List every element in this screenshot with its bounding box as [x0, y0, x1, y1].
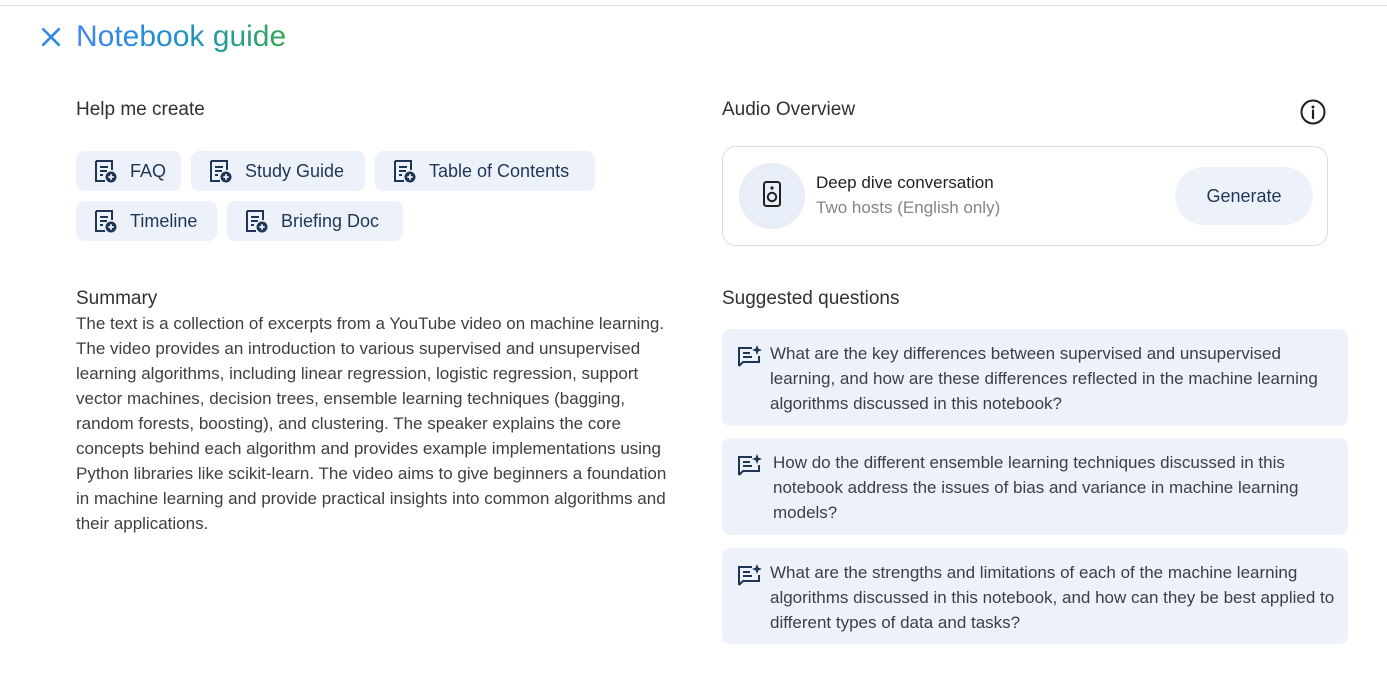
summary-text: The text is a collection of excerpts fro… [76, 314, 667, 533]
timeline-button-label: Timeline [130, 210, 198, 231]
notebook-guide-header: Notebook guide [38, 18, 286, 56]
suggested-question-card[interactable]: How do the different ensemble learning t… [722, 438, 1348, 535]
top-divider [0, 5, 1387, 6]
suggested-question-text: What are the key differences between sup… [770, 344, 1318, 413]
note-add-icon [391, 158, 417, 184]
briefing-doc-button-label: Briefing Doc [281, 210, 380, 231]
note-add-icon [207, 158, 233, 184]
faq-button[interactable]: FAQ [76, 151, 181, 191]
page-title: Notebook guide [76, 18, 286, 56]
note-add-icon [243, 208, 269, 234]
chat-sparkle-icon [736, 452, 764, 480]
study-guide-button-label: Study Guide [245, 160, 345, 181]
sparkle-asterisk-icon [38, 24, 64, 50]
note-add-icon [92, 158, 118, 184]
help-me-create-heading: Help me create [76, 99, 205, 120]
summary-heading: Summary [76, 288, 158, 309]
suggested-question-text: What are the strengths and limitations o… [770, 563, 1335, 632]
chat-sparkle-icon [736, 343, 764, 371]
suggested-question-card[interactable]: What are the strengths and limitations o… [722, 548, 1348, 644]
briefing-doc-button[interactable]: Briefing Doc [227, 201, 403, 241]
audio-overview-title: Deep dive conversation [816, 173, 994, 192]
table-of-contents-button-label: Table of Contents [429, 160, 570, 181]
audio-overview-subtitle: Two hosts (English only) [816, 198, 1001, 217]
faq-button-label: FAQ [130, 160, 167, 181]
info-icon[interactable] [1299, 98, 1327, 126]
audio-overview-heading: Audio Overview [722, 99, 856, 120]
table-of-contents-button[interactable]: Table of Contents [375, 151, 595, 191]
audio-overview-card: Deep dive conversation Two hosts (Englis… [722, 146, 1328, 246]
generate-button[interactable]: Generate [1175, 167, 1313, 225]
chat-sparkle-icon [736, 562, 764, 590]
timeline-button[interactable]: Timeline [76, 201, 217, 241]
suggested-questions-heading: Suggested questions [722, 288, 900, 309]
study-guide-button[interactable]: Study Guide [191, 151, 365, 191]
suggested-question-card[interactable]: What are the key differences between sup… [722, 329, 1348, 426]
speaker-icon-container [739, 163, 805, 229]
suggested-question-text: How do the different ensemble learning t… [773, 453, 1299, 522]
note-add-icon [92, 208, 118, 234]
speaker-icon [762, 180, 782, 213]
